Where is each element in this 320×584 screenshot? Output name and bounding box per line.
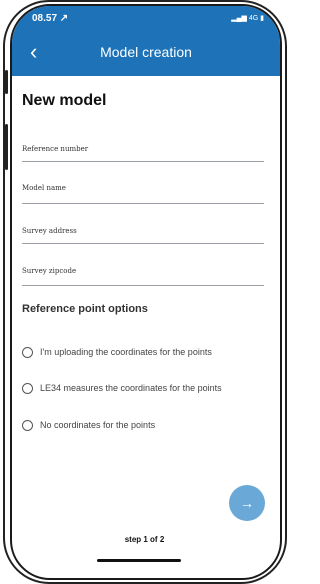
step-indicator: step 1 of 2: [124, 535, 165, 544]
form-heading: New model: [22, 92, 107, 109]
radio-icon: [22, 347, 33, 358]
side-button: [5, 124, 8, 170]
survey-zipcode-field[interactable]: Survey zipcode: [22, 267, 264, 286]
radio-icon: [22, 383, 33, 394]
section-title: Reference point options: [22, 303, 148, 315]
survey-zipcode-placeholder: Survey zipcode: [22, 267, 77, 275]
arrow-right-icon: →: [240, 495, 254, 511]
reference-number-field[interactable]: Reference number: [22, 145, 264, 162]
radio-icon: [22, 420, 33, 431]
home-indicator: [97, 559, 181, 562]
survey-address-field[interactable]: Survey address: [22, 227, 264, 244]
model-name-field[interactable]: Model name: [22, 184, 264, 204]
model-name-placeholder: Model name: [22, 184, 66, 192]
option-label: I'm uploading the coordinates for the po…: [40, 347, 212, 357]
option-label: No coordinates for the points: [40, 420, 156, 430]
reference-number-placeholder: Reference number: [22, 145, 89, 153]
next-button[interactable]: →: [229, 485, 265, 521]
signal-indicator: ▂▄▆ 4G ▮: [231, 15, 264, 22]
page-title: Model creation: [100, 44, 192, 60]
survey-address-placeholder: Survey address: [22, 227, 77, 235]
status-bar: 08.57 ↗ ▂▄▆ 4G ▮: [12, 6, 280, 32]
app-header: ‹ Model creation: [12, 32, 280, 76]
side-button: [5, 70, 8, 94]
status-time: 08.57 ↗: [32, 13, 69, 24]
option-label: LE34 measures the coordinates for the po…: [40, 383, 222, 393]
